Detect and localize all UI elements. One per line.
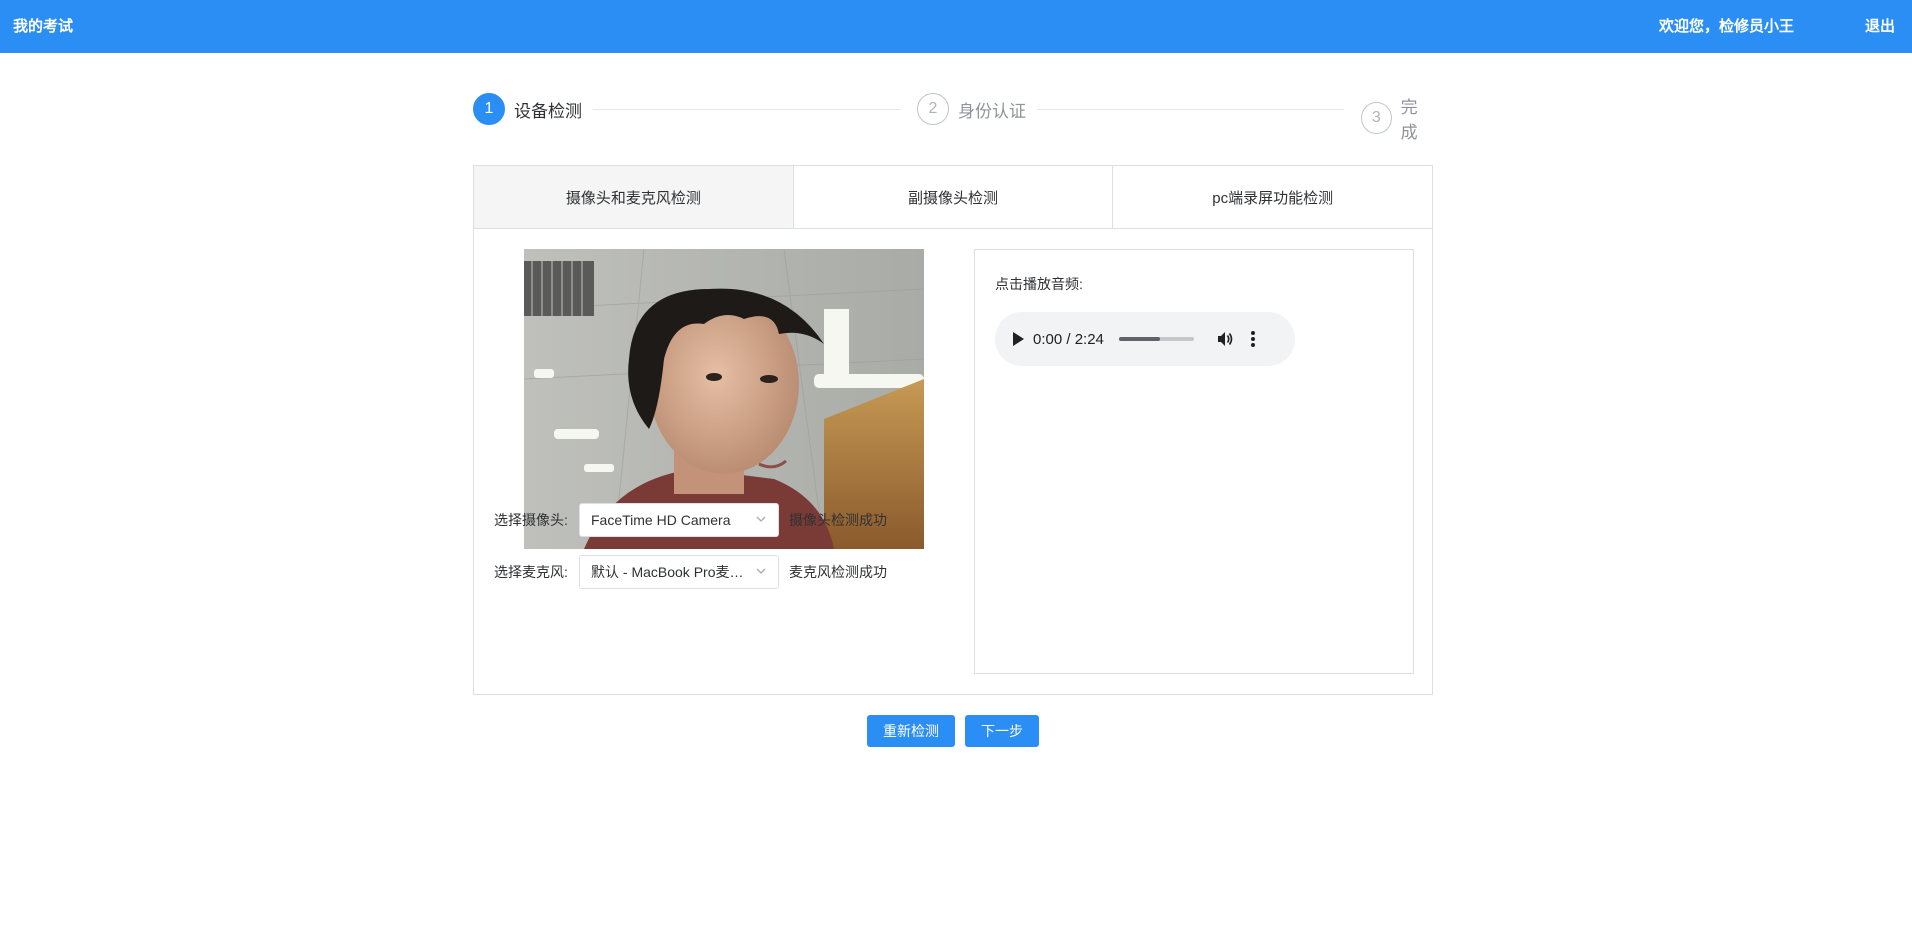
step-number: 3 — [1361, 102, 1392, 134]
play-icon[interactable] — [1011, 331, 1025, 347]
step-device-check: 1 设备检测 — [473, 93, 582, 125]
camera-select[interactable]: FaceTime HD Camera — [579, 503, 779, 537]
chevron-down-icon — [756, 516, 766, 522]
step-label: 完成 — [1400, 98, 1418, 142]
step-connector — [1037, 109, 1344, 110]
next-step-button[interactable]: 下一步 — [965, 715, 1039, 747]
audio-player: 0:00 / 2:24 — [995, 312, 1295, 366]
tab-secondary-camera[interactable]: 副摄像头检测 — [793, 166, 1114, 228]
chevron-down-icon — [756, 568, 766, 574]
step-connector — [593, 109, 900, 110]
mic-select[interactable]: 默认 - MacBook Pro麦克风 (Built-in) — [579, 555, 779, 589]
camera-select-row: 选择摄像头: FaceTime HD Camera 摄像头检测成功 — [494, 503, 887, 537]
mic-selected-value: 默认 - MacBook Pro麦克风 (Built-in) — [591, 564, 746, 580]
volume-icon[interactable] — [1216, 330, 1234, 348]
device-check-panel: 摄像头和麦克风检测 副摄像头检测 pc端录屏功能检测 选择摄像头: FaceTi… — [473, 165, 1433, 695]
camera-selected-value: FaceTime HD Camera — [591, 512, 731, 528]
welcome-text: 欢迎您，检修员小王 — [1659, 18, 1795, 35]
tab-screen-record[interactable]: pc端录屏功能检测 — [1113, 166, 1433, 228]
step-indicator: 1 设备检测 2 身份认证 3 完成 — [473, 93, 1433, 142]
audio-hint: 点击播放音频: — [995, 276, 1083, 292]
mic-status: 麦克风检测成功 — [789, 564, 887, 580]
recheck-button[interactable]: 重新检测 — [867, 715, 955, 747]
app-title[interactable]: 我的考试 — [13, 15, 73, 36]
top-bar: 我的考试 欢迎您，检修员小王 退出 — [0, 0, 1912, 53]
tab-camera-mic[interactable]: 摄像头和麦克风检测 — [474, 166, 794, 228]
audio-test-box: 点击播放音频: 0:00 / 2:24 — [974, 249, 1414, 674]
camera-status: 摄像头检测成功 — [789, 512, 887, 528]
step-number: 2 — [917, 93, 949, 125]
step-label: 设备检测 — [514, 101, 582, 121]
logout-link[interactable]: 退出 — [1865, 15, 1895, 36]
audio-progress-fill — [1118, 337, 1161, 341]
mic-select-label: 选择麦克风: — [494, 564, 568, 580]
audio-progress-track[interactable] — [1118, 337, 1194, 341]
more-vertical-icon[interactable] — [1250, 330, 1256, 348]
step-label: 身份认证 — [958, 101, 1026, 121]
camera-select-label: 选择摄像头: — [494, 512, 568, 528]
step-complete: 3 完成 — [1361, 93, 1433, 143]
mic-select-row: 选择麦克风: 默认 - MacBook Pro麦克风 (Built-in) 麦克… — [494, 555, 887, 589]
check-tabs: 摄像头和麦克风检测 副摄像头检测 pc端录屏功能检测 — [474, 166, 1433, 229]
audio-time: 0:00 / 2:24 — [1033, 330, 1104, 348]
step-identity: 2 身份认证 — [917, 93, 1026, 125]
step-number: 1 — [473, 93, 505, 125]
